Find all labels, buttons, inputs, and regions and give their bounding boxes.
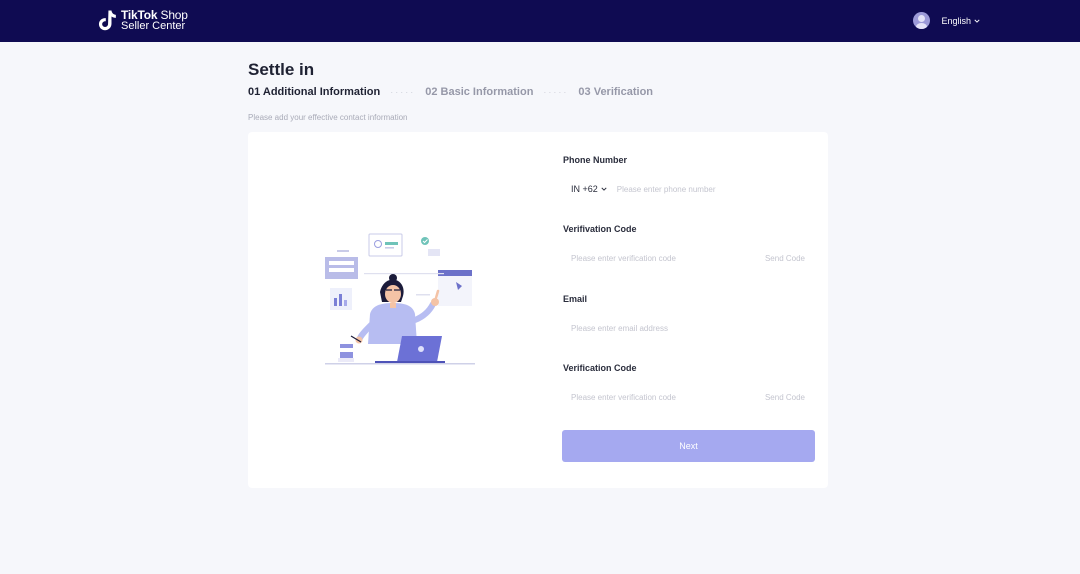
send-phone-code-button[interactable]: Send Code: [765, 254, 805, 263]
email-verification-code-input[interactable]: [563, 392, 765, 402]
next-button[interactable]: Next: [562, 430, 815, 462]
phone-number-input[interactable]: [616, 184, 815, 194]
email-verification-code-field: Send Code: [563, 383, 815, 411]
language-label: English: [941, 15, 971, 26]
email-field: [563, 314, 815, 342]
chevron-down-icon: [601, 187, 607, 191]
email-input[interactable]: [563, 323, 815, 333]
stepper: 01 Additional Information ····· 02 Basic…: [248, 86, 653, 98]
country-code-value: IN +62: [571, 184, 598, 194]
phone-verification-code-input[interactable]: [563, 253, 765, 263]
country-code-selector[interactable]: IN +62: [571, 184, 607, 194]
phone-number-field: IN +62: [563, 175, 815, 203]
user-area: English: [913, 12, 980, 29]
email-label: Email: [563, 294, 588, 304]
tiktok-logo-icon: [98, 10, 116, 31]
page-subtitle: Please add your effective contact inform…: [248, 113, 408, 122]
step-basic-information: 02 Basic Information: [425, 86, 534, 98]
brand-subtitle: Seller Center: [121, 20, 186, 32]
step-verification: 03 Verification: [578, 86, 654, 98]
step-divider: ·····: [543, 87, 569, 97]
phone-number-label: Phone Number: [563, 155, 628, 165]
chevron-down-icon: [974, 19, 980, 23]
email-verification-code-label: Verification Code: [563, 363, 637, 373]
top-navigation-bar: TikTok Shop Seller Center English: [0, 0, 1080, 42]
send-email-code-button[interactable]: Send Code: [765, 393, 805, 402]
step-divider: ·····: [390, 87, 416, 97]
phone-verification-code-label: Verifivation Code: [563, 224, 637, 234]
page-title: Settle in: [248, 60, 315, 79]
tiktok-shop-logo[interactable]: TikTok Shop Seller Center: [98, 9, 188, 33]
seller-illustration: [325, 233, 475, 365]
step-additional-information: 01 Additional Information: [248, 86, 381, 98]
phone-verification-code-field: Send Code: [563, 244, 815, 272]
avatar[interactable]: [913, 12, 931, 29]
language-selector[interactable]: English: [941, 16, 980, 26]
